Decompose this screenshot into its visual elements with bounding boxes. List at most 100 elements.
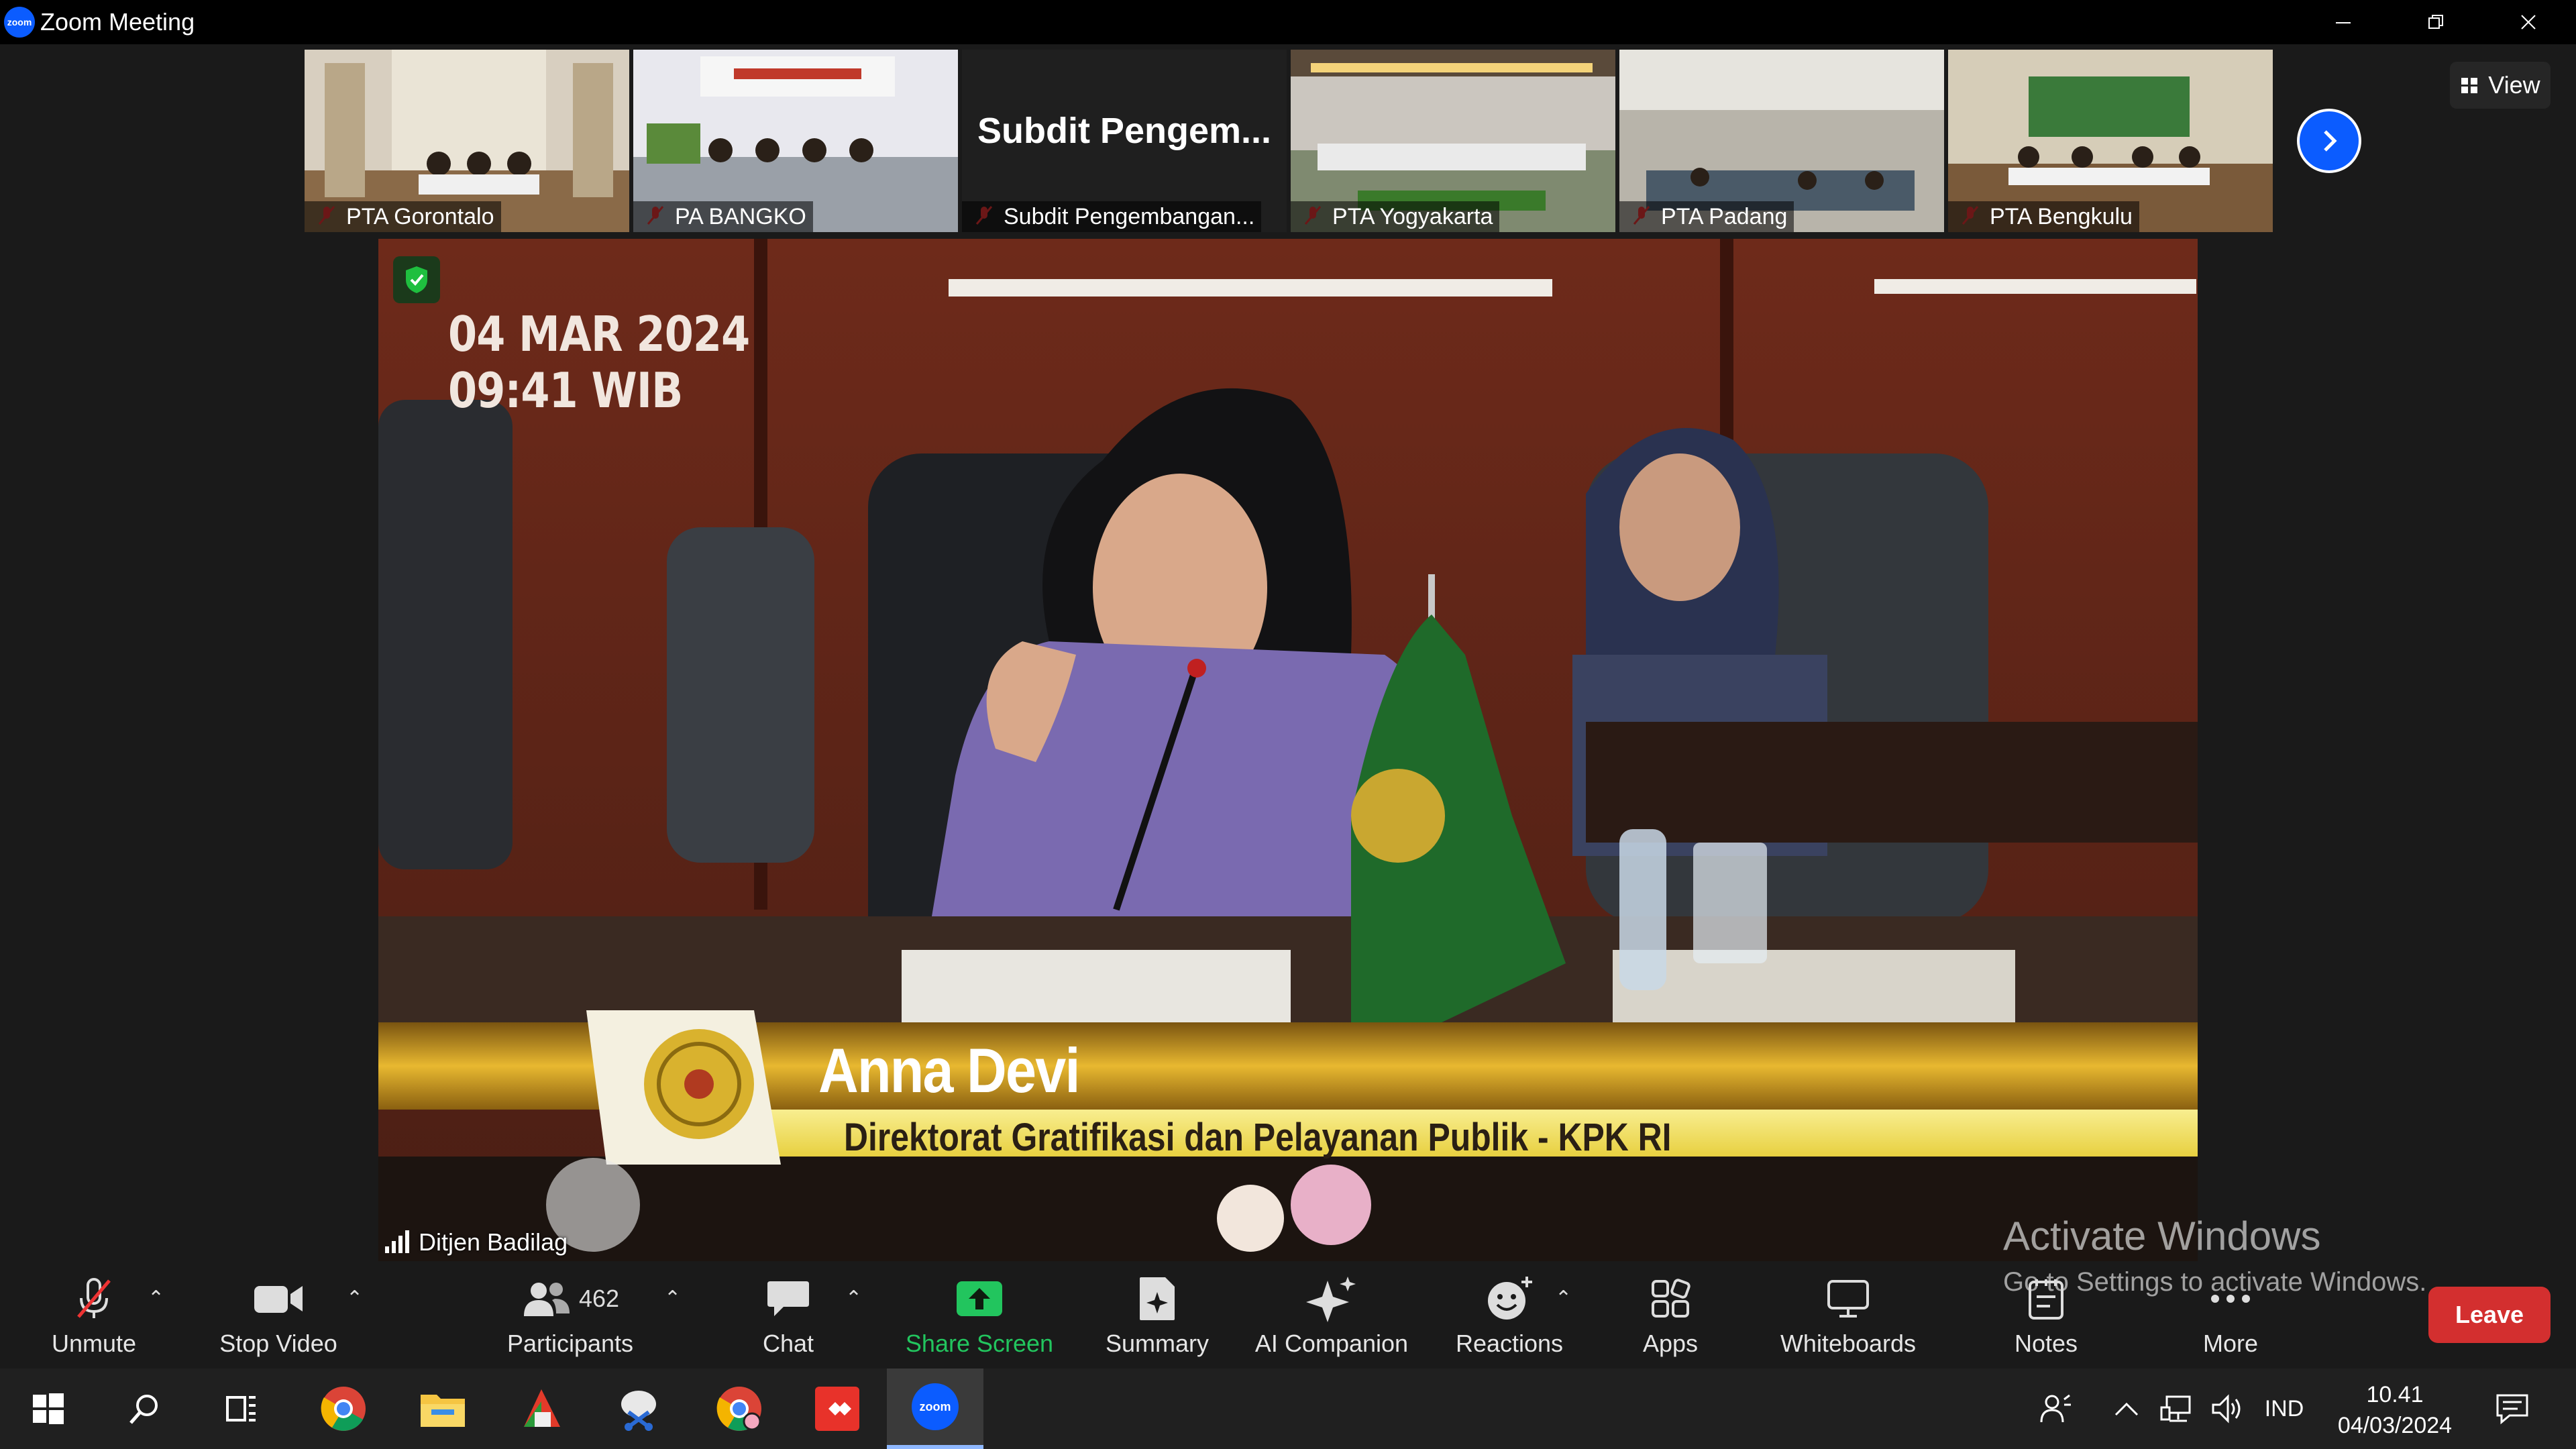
network-button[interactable] [2153,1368,2200,1449]
unmute-label: Unmute [51,1330,137,1357]
notifications-button[interactable] [2482,1368,2542,1449]
chevron-up-icon [2114,1402,2139,1416]
participant-thumbnail[interactable]: PTA Gorontalo [305,50,629,232]
apps-label: Apps [1642,1330,1699,1357]
grid-view-icon [2461,78,2478,93]
zoom-logo-icon: zoom [4,7,35,38]
chat-options-caret[interactable]: ⌃ [845,1287,862,1310]
summary-icon [1140,1277,1175,1320]
unmute-button[interactable]: Unmute [34,1261,154,1368]
participant-thumbnail[interactable]: PA BANGKO [633,50,958,232]
muted-microphone-icon [77,1278,111,1318]
apps-icon [1652,1279,1690,1318]
participant-thumbnail[interactable]: Subdit Pengem... Subdit Pengembangan... [962,50,1287,232]
title-bar: zoom Zoom Meeting [0,0,2576,44]
input-language-button[interactable]: IND [2254,1368,2314,1449]
task-view-icon [226,1396,256,1421]
clock-date: 04/03/2024 [2337,1413,2453,1438]
whiteboards-button[interactable]: Whiteboards [1771,1261,1925,1368]
reactions-label: Reactions [1455,1330,1564,1357]
emoji-reactions-icon [1488,1277,1532,1320]
apps-button[interactable]: Apps [1617,1261,1724,1368]
zoom-logo-text: zoom [7,17,32,28]
signal-bars-icon [385,1230,409,1253]
participants-button[interactable]: 462 Participants [496,1261,644,1368]
restore-button[interactable] [2390,0,2482,44]
task-view-button[interactable] [193,1368,290,1449]
participant-name: PTA Padang [1619,201,1794,232]
participant-strip: PTA Gorontalo PA BANGKO Subdit Pengem...… [305,50,2273,232]
active-speaker-label: Ditjen Badilag [384,1226,568,1258]
chat-label: Chat [762,1330,814,1357]
participants-icon [523,1283,570,1316]
close-button[interactable] [2482,0,2575,44]
activate-windows-watermark: Activate Windows Go to Settings to activ… [2003,1213,2426,1297]
share-screen-label: Share Screen [905,1330,1054,1357]
watermark-subtext: Go to Settings to activate Windows. [2003,1267,2427,1297]
windows-logo-icon [33,1393,64,1424]
chat-icon [767,1281,809,1316]
taskbar-app-4[interactable] [590,1368,687,1449]
whiteboards-label: Whiteboards [1780,1330,1917,1357]
anydesk-icon [815,1387,859,1431]
windows-taskbar: zoom IND 10.41 04/03/2024 [0,1368,2576,1449]
reactions-button[interactable]: Reactions [1442,1261,1576,1368]
start-button[interactable] [0,1368,97,1449]
close-icon [2521,15,2536,30]
participant-name: Ditjen Badilag [419,1228,568,1256]
taskbar-anydesk[interactable] [789,1368,885,1449]
share-screen-icon [957,1281,1002,1316]
shield-icon [406,266,427,293]
taskbar-clock[interactable]: 10.41 04/03/2024 [2328,1379,2462,1441]
show-hidden-icons-button[interactable] [2106,1368,2147,1449]
participants-options-caret[interactable]: ⌃ [664,1287,681,1310]
search-button[interactable] [97,1368,193,1449]
taskbar-app-3[interactable] [494,1368,590,1449]
leave-button[interactable]: Leave [2428,1287,2551,1343]
summary-label: Summary [1105,1330,1210,1357]
tray-people-button[interactable] [2033,1368,2080,1449]
zoom-icon: zoom [912,1383,959,1430]
video-options-caret[interactable]: ⌃ [346,1287,363,1310]
ai-sparkle-icon [1306,1277,1356,1322]
snipping-tool-icon [621,1391,656,1431]
folder-icon [421,1395,465,1427]
next-page-button[interactable] [2297,109,2361,173]
search-icon [129,1395,158,1424]
taskbar-chrome-profile[interactable] [691,1368,788,1449]
encryption-shield-icon[interactable] [393,256,440,303]
participant-name: PTA Gorontalo [305,201,501,232]
clock-time: 10.41 [2366,1382,2424,1407]
minimize-button[interactable] [2297,0,2390,44]
volume-button[interactable] [2204,1368,2251,1449]
reactions-options-caret[interactable]: ⌃ [1555,1287,1572,1310]
share-screen-button[interactable]: Share Screen [899,1261,1060,1368]
speaker-volume-icon [2212,1394,2241,1424]
chrome-icon [321,1387,366,1431]
audio-options-caret[interactable]: ⌃ [148,1287,164,1310]
speaker-title-caption: Direktorat Gratifikasi dan Pelayanan Pub… [844,1116,1672,1159]
watermark-heading: Activate Windows [2003,1214,2321,1258]
people-icon [2040,1394,2071,1423]
participant-thumbnail[interactable]: PTA Bengkulu [1948,50,2273,232]
zoom-window: zoom Zoom Meeting PTA Gorontalo PA BANGK… [0,0,2576,1449]
stop-video-button[interactable]: Stop Video [208,1261,349,1368]
summary-button[interactable]: Summary [1093,1261,1221,1368]
more-label: More [2202,1330,2259,1357]
ai-companion-button[interactable]: AI Companion [1248,1261,1415,1368]
whiteboard-icon [1827,1280,1869,1318]
minimize-icon [2336,22,2351,23]
zoom-icon-text: zoom [919,1399,951,1413]
taskbar-file-explorer[interactable] [394,1368,491,1449]
notes-label: Notes [2014,1330,2078,1357]
participant-name: PTA Bengkulu [1948,201,2139,232]
chat-button[interactable]: Chat [745,1261,832,1368]
participant-name: PTA Yogyakarta [1291,201,1500,232]
participant-thumbnail[interactable]: PTA Yogyakarta [1291,50,1615,232]
participant-name: PA BANGKO [633,201,813,232]
taskbar-chrome[interactable] [295,1368,392,1449]
taskbar-zoom[interactable]: zoom [887,1368,983,1449]
participants-label: Participants [506,1330,634,1357]
view-button[interactable]: View [2450,62,2551,109]
participant-thumbnail[interactable]: PTA Padang [1619,50,1944,232]
